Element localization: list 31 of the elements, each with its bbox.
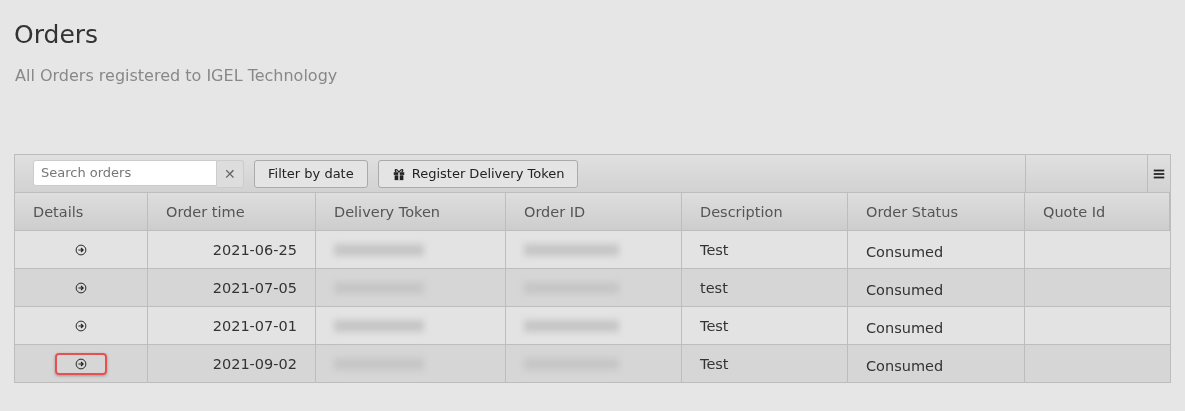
table-cell: Test (682, 231, 848, 269)
column-header[interactable]: Order time (148, 193, 316, 231)
table-cell: Consumed (848, 345, 1025, 382)
table-cell: 2021-06-25 (148, 231, 316, 269)
column-header[interactable]: Details (15, 193, 148, 231)
arrow-icon (75, 357, 87, 370)
page-subtitle: All Orders registered to IGEL Technology (15, 66, 339, 85)
gift-icon (391, 166, 406, 181)
column-header[interactable]: Description (682, 193, 848, 231)
table-cell: 2021-07-05 (148, 269, 316, 307)
arrow-icon (75, 281, 87, 294)
details-button[interactable] (55, 352, 107, 375)
column-header[interactable]: Order Status (848, 193, 1025, 231)
table-cell: Consumed (848, 231, 1025, 269)
table-cell: 2021-09-02 (148, 345, 316, 382)
table-cell: Consumed (848, 269, 1025, 307)
table-cell: test (682, 269, 848, 307)
column-header[interactable]: Delivery Token (316, 193, 506, 231)
toolbar-button[interactable]: Register Delivery Token (377, 159, 579, 188)
search-field[interactable]: Search orders (33, 159, 217, 186)
arrow-icon (75, 243, 87, 256)
table-cell: Test (682, 345, 848, 382)
toolbar-button[interactable]: Filter by date (254, 159, 368, 188)
table-cell: 2021-07-01 (148, 307, 316, 345)
arrow-icon (75, 319, 87, 332)
page-title: Orders (14, 20, 100, 49)
column-header[interactable]: Quote Id (1025, 193, 1170, 231)
table-cell: Consumed (848, 307, 1025, 345)
clear-button[interactable]: ✕ (217, 159, 244, 188)
column-header[interactable]: Order ID (506, 193, 682, 231)
table-cell: Test (682, 307, 848, 345)
